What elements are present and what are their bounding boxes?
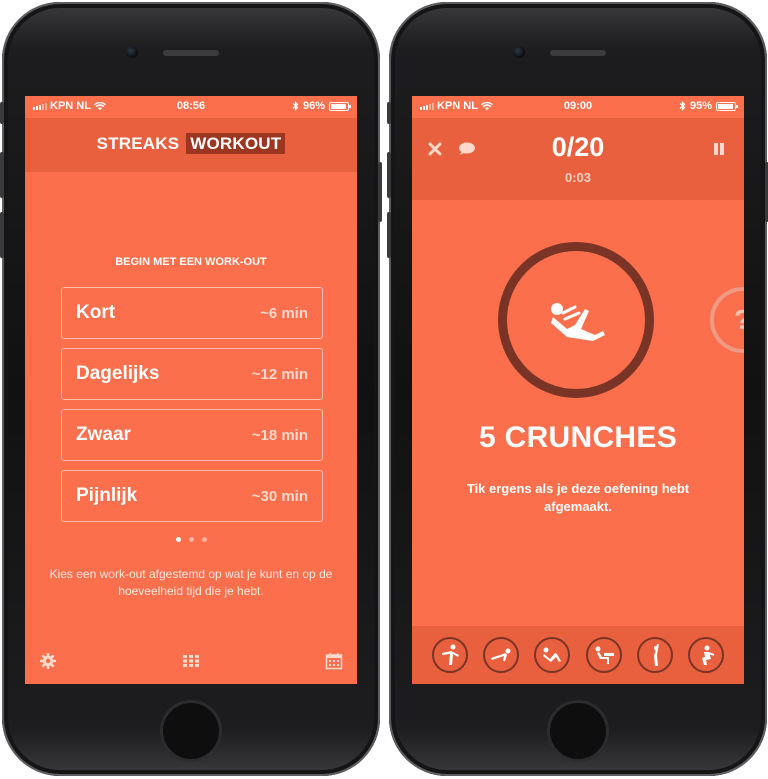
bluetooth-icon — [292, 101, 299, 111]
hint-text: Kies een work-out afgestemd op wat je ku… — [49, 567, 333, 598]
option-name: Dagelijks — [76, 363, 160, 384]
workout-option-dagelijks[interactable]: Dagelijks ~12 min — [61, 348, 323, 400]
battery-percent: 96% — [302, 100, 325, 112]
elapsed-timer: 0:03 — [564, 170, 592, 185]
option-duration: ~12 min — [251, 365, 308, 383]
rep-counter: 0/20 — [551, 132, 605, 162]
crunch-icon — [551, 303, 605, 341]
option-duration: ~6 min — [260, 304, 308, 322]
page-dot[interactable] — [188, 537, 194, 542]
situp-icon[interactable] — [534, 637, 571, 673]
gear-icon[interactable] — [39, 652, 57, 670]
page-dot[interactable] — [175, 537, 181, 542]
speaker — [550, 50, 606, 56]
dip-icon[interactable] — [585, 637, 622, 673]
front-camera — [513, 46, 525, 58]
workout-option-kort[interactable]: Kort ~6 min — [61, 287, 323, 339]
home-button[interactable] — [547, 700, 609, 762]
home-button[interactable] — [160, 700, 222, 762]
option-name: Kort — [76, 302, 116, 323]
kick-icon[interactable] — [431, 637, 468, 673]
battery-icon — [329, 101, 351, 111]
bluetooth-icon — [679, 101, 686, 111]
exercise-screen[interactable]: KPN NL 09:00 95% 0/20 0:03 5 CRUNCHES Ti… — [412, 96, 744, 684]
squat-icon[interactable] — [688, 637, 725, 673]
battery-icon — [716, 101, 738, 111]
pushup-icon[interactable] — [482, 637, 519, 673]
app-header: STREAKS WORKOUT — [25, 118, 357, 172]
phone-right: KPN NL 09:00 95% 0/20 0:03 5 CRUNCHES Ti… — [387, 2, 768, 776]
exercise-ring[interactable] — [498, 242, 654, 398]
exercise-strip — [412, 626, 744, 684]
calendar-icon[interactable] — [325, 652, 343, 670]
page-indicator[interactable] — [25, 537, 357, 542]
option-name: Pijnlijk — [76, 485, 138, 506]
workout-option-zwaar[interactable]: Zwaar ~18 min — [61, 409, 323, 461]
stretch-icon[interactable] — [636, 637, 673, 673]
question-mark-icon: ? — [734, 304, 744, 336]
speaker — [163, 50, 219, 56]
workout-option-pijnlijk[interactable]: Pijnlijk ~30 min — [61, 470, 323, 522]
exercise-title: 5 CRUNCHES — [478, 421, 678, 454]
home-screen: KPN NL 08:56 96% STREAKS WORKOUT BEGIN M… — [25, 96, 357, 684]
grid-icon[interactable] — [182, 652, 200, 670]
app-logo: STREAKS WORKOUT — [25, 133, 357, 154]
status-bar: KPN NL 08:56 96% — [25, 96, 357, 118]
instruction-text: Tik ergens als je deze oefening hebt afg… — [466, 481, 690, 514]
option-duration: ~18 min — [251, 426, 308, 444]
page-dot[interactable] — [201, 537, 207, 542]
option-duration: ~30 min — [251, 487, 308, 505]
phone-left: KPN NL 08:56 96% STREAKS WORKOUT BEGIN M… — [0, 2, 382, 776]
section-title: BEGIN MET EEN WORK-OUT — [115, 256, 267, 268]
battery-percent: 95% — [689, 100, 712, 112]
option-name: Zwaar — [76, 424, 131, 445]
next-exercise-button[interactable]: ? — [710, 287, 744, 353]
front-camera — [126, 46, 138, 58]
status-bar: KPN NL 09:00 95% — [412, 96, 744, 118]
